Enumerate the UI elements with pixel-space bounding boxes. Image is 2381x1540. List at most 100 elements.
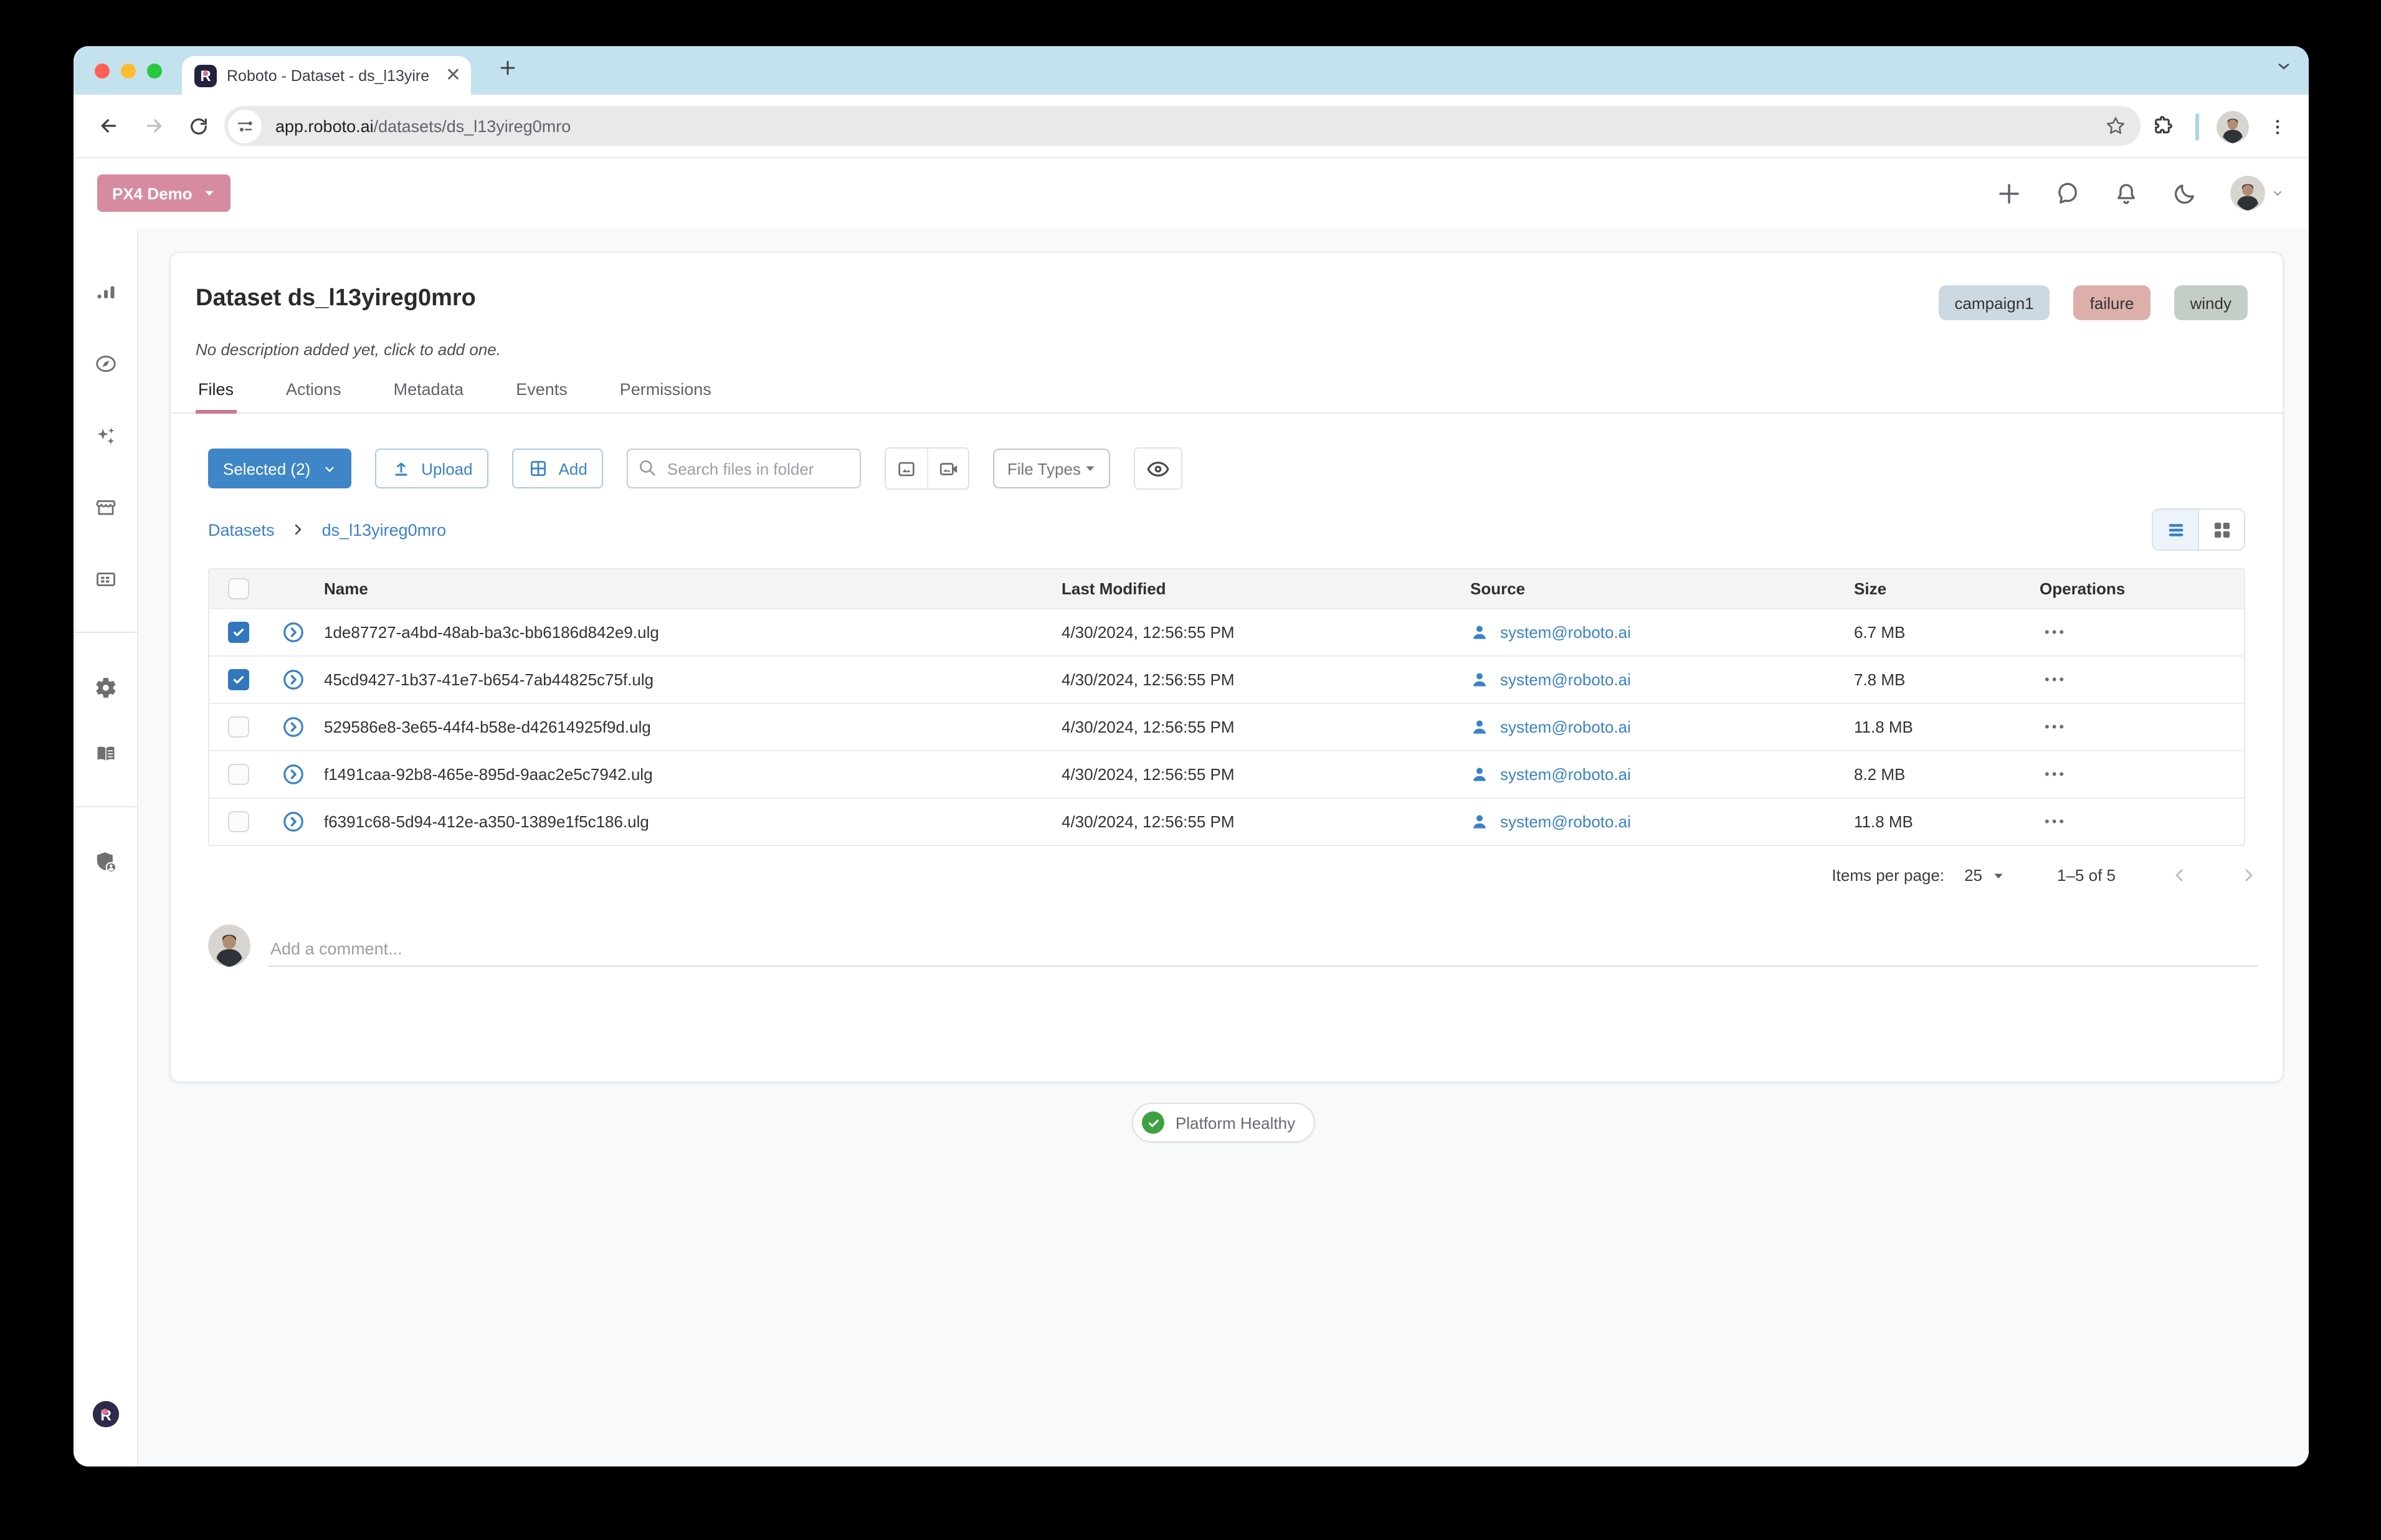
sidebar-item-settings-gear-icon[interactable] — [93, 676, 117, 700]
bookmark-star-icon[interactable] — [2104, 115, 2127, 137]
minimize-window-button[interactable] — [121, 64, 136, 78]
source-link[interactable]: system@roboto.ai — [1500, 623, 1631, 642]
search-input[interactable] — [627, 449, 862, 488]
column-last-modified[interactable]: Last Modified — [1062, 579, 1470, 598]
dark-mode-moon-icon[interactable] — [2172, 180, 2198, 206]
new-tab-button[interactable] — [497, 57, 518, 78]
expand-row-icon[interactable] — [282, 668, 305, 692]
tab-permissions[interactable]: Permissions — [620, 380, 711, 412]
file-types-dropdown[interactable]: File Types — [993, 449, 1111, 488]
org-selector-button[interactable]: PX4 Demo — [97, 174, 231, 212]
file-name-link[interactable]: 529586e8-3e65-44f4-b58e-d42614925f9d.ulg — [324, 718, 1062, 736]
upload-icon — [395, 462, 407, 476]
column-size[interactable]: Size — [1854, 579, 2040, 598]
create-new-icon[interactable] — [1996, 180, 2022, 206]
tag-chip[interactable]: failure — [2073, 285, 2151, 320]
sidebar-item-datasets[interactable] — [93, 568, 117, 591]
sidebar-item-marketplace[interactable] — [93, 495, 117, 519]
comment-input[interactable] — [268, 932, 2258, 967]
expand-row-icon[interactable] — [282, 810, 305, 834]
description-placeholder[interactable]: No description added yet, click to add o… — [171, 340, 2283, 359]
source-link[interactable]: system@roboto.ai — [1500, 718, 1631, 736]
table-header: Name Last Modified Source Size Operation… — [209, 569, 2244, 608]
sidebar-item-analytics[interactable] — [94, 282, 116, 304]
sidebar-item-docs-book-icon[interactable] — [93, 742, 117, 766]
file-name-link[interactable]: f1491caa-92b8-465e-895d-9aac2e5c7942.ulg — [324, 765, 1062, 784]
row-checkbox[interactable] — [228, 716, 249, 738]
operations-menu-button[interactable]: ••• — [2040, 672, 2244, 687]
operations-menu-button[interactable]: ••• — [2040, 625, 2244, 640]
tab-search-chevron-icon[interactable] — [2275, 57, 2293, 75]
site-info-icon[interactable] — [228, 109, 262, 143]
breadcrumb: Datasets ds_l13yireg0mro — [171, 508, 2283, 551]
select-all-checkbox[interactable] — [228, 578, 249, 599]
feedback-chat-icon[interactable] — [2055, 180, 2081, 206]
file-name-link[interactable]: 1de87727-a4bd-48ab-ba3c-bb6186d842e9.ulg — [324, 623, 1062, 642]
column-source[interactable]: Source — [1470, 579, 1854, 598]
browser-tab[interactable]: R Roboto - Dataset - ds_l13yire ✕ — [182, 56, 471, 95]
tag-chip[interactable]: windy — [2174, 285, 2248, 320]
expand-row-icon[interactable] — [282, 763, 305, 786]
table-row[interactable]: f1491caa-92b8-465e-895d-9aac2e5c7942.ulg… — [209, 750, 2244, 797]
table-row[interactable]: 529586e8-3e65-44f4-b58e-d42614925f9d.ulg… — [209, 703, 2244, 750]
row-checkbox[interactable] — [228, 622, 249, 643]
operations-menu-button[interactable]: ••• — [2040, 767, 2244, 782]
back-button[interactable] — [97, 115, 120, 137]
add-button[interactable]: Add — [512, 449, 604, 488]
tab-metadata[interactable]: Metadata — [394, 380, 464, 412]
selected-actions-button[interactable]: Selected (2) — [208, 449, 352, 488]
url-bar[interactable]: app.roboto.ai/datasets/ds_l13yireg0mro — [224, 106, 2141, 146]
upload-button[interactable]: Upload — [375, 449, 489, 488]
tag-chip[interactable]: campaign1 — [1938, 285, 2050, 320]
expand-row-icon[interactable] — [282, 715, 305, 739]
maximize-window-button[interactable] — [147, 64, 162, 78]
file-name-link[interactable]: f6391c68-5d94-412e-a350-1389e1f5c186.ulg — [324, 812, 1062, 831]
breadcrumb-current-link[interactable]: ds_l13yireg0mro — [322, 520, 447, 539]
table-row[interactable]: 45cd9427-1b37-41e7-b654-7ab44825c75f.ulg… — [209, 655, 2244, 703]
row-checkbox[interactable] — [228, 811, 249, 832]
breadcrumb-datasets-link[interactable]: Datasets — [208, 520, 275, 539]
operations-menu-button[interactable]: ••• — [2040, 720, 2244, 734]
extensions-icon[interactable] — [2151, 115, 2174, 138]
reload-button[interactable] — [188, 115, 209, 136]
tab-events[interactable]: Events — [516, 380, 568, 412]
row-checkbox[interactable] — [228, 764, 249, 785]
source-link[interactable]: system@roboto.ai — [1500, 765, 1631, 784]
profile-pill-divider — [2195, 113, 2199, 140]
user-menu[interactable] — [2230, 176, 2285, 211]
source-link[interactable]: system@roboto.ai — [1500, 670, 1631, 689]
notifications-bell-icon[interactable] — [2113, 180, 2139, 206]
grid-view-button[interactable] — [2198, 510, 2244, 549]
previous-page-button[interactable] — [2170, 866, 2189, 885]
platform-status-badge[interactable]: Platform Healthy — [1131, 1103, 1316, 1143]
per-page-dropdown[interactable]: 25 — [1964, 866, 2005, 885]
source-link[interactable]: system@roboto.ai — [1500, 812, 1631, 831]
browser-menu-kebab-icon[interactable] — [2268, 116, 2288, 136]
roboto-logo-icon[interactable]: R — [89, 1398, 121, 1430]
table-row[interactable]: f6391c68-5d94-412e-a350-1389e1f5c186.ulg… — [209, 797, 2244, 845]
tab-actions[interactable]: Actions — [286, 380, 341, 412]
file-size-value: 11.8 MB — [1854, 812, 1913, 831]
browser-profile-avatar[interactable] — [2217, 110, 2249, 143]
video-filter-button[interactable] — [927, 449, 969, 488]
close-window-button[interactable] — [95, 64, 110, 78]
page-title: Dataset ds_l13yireg0mro — [196, 285, 476, 311]
table-row[interactable]: 1de87727-a4bd-48ab-ba3c-bb6186d842e9.ulg… — [209, 608, 2244, 655]
sidebar-item-ai-sparkles[interactable] — [93, 424, 117, 448]
expand-row-icon[interactable] — [282, 620, 305, 644]
column-name[interactable]: Name — [324, 579, 1062, 598]
column-operations: Operations — [2040, 579, 2126, 598]
sidebar-item-admin-shield-icon[interactable] — [93, 850, 118, 875]
file-name-link[interactable]: 45cd9427-1b37-41e7-b654-7ab44825c75f.ulg — [324, 670, 1062, 689]
list-view-button[interactable] — [2153, 510, 2198, 549]
operations-menu-button[interactable]: ••• — [2040, 814, 2244, 829]
user-avatar[interactable] — [2230, 176, 2265, 211]
forward-button[interactable] — [143, 115, 166, 137]
image-filter-button[interactable] — [886, 449, 928, 488]
sidebar-item-explore[interactable] — [93, 352, 117, 376]
row-checkbox[interactable] — [228, 669, 249, 690]
tab-files[interactable]: Files — [196, 380, 236, 414]
next-page-button[interactable] — [2239, 866, 2258, 885]
tab-close-icon[interactable]: ✕ — [445, 66, 461, 85]
visibility-toggle-button[interactable] — [1134, 447, 1183, 490]
